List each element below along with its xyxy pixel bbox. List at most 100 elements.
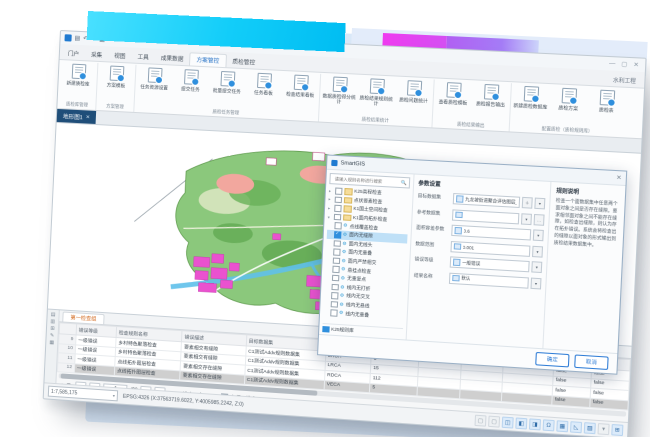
rule-tree[interactable]: ▸K25高程检查 ▸点状要素检查 ▸K1国土空间检查 ▾K1面内拓扑检查 ⚙点线… (323, 186, 410, 327)
map-dropdown-icon[interactable]: ▾ (597, 423, 609, 435)
tab-view[interactable]: 视图 (108, 49, 132, 63)
value-icon (453, 259, 460, 266)
task-resource-button[interactable]: 任务资源设置 (136, 66, 172, 91)
parameter-pane: 参数设置 目标数据集 九龙坡街道聚合评估图层_0.6 ＋ ▾ 参考数据集 ▾ … (407, 175, 552, 349)
table-tool-icon[interactable]: ▦ (49, 341, 54, 346)
pan-icon[interactable]: ▢ (488, 416, 500, 428)
ribbon-button-label: 批量提交任务 (213, 87, 241, 94)
footer-checkbox[interactable] (322, 326, 329, 333)
submit-task-button[interactable]: 提交任务 (173, 68, 209, 93)
close-icon[interactable]: ✕ (86, 114, 90, 120)
report-output-button[interactable]: 质检报告输出 (472, 82, 510, 107)
table-tool-icon[interactable]: ▥ (50, 320, 55, 325)
dialog-title: SmartGIS (340, 160, 365, 167)
doc-icon (71, 64, 86, 80)
chevron-down-icon[interactable]: ▾ (531, 261, 542, 273)
chevron-down-icon[interactable]: ▾ (532, 245, 543, 257)
ribbon-button-label: 质检结果规则统计 (358, 95, 394, 108)
map-document-tab[interactable]: 地形图1 ✕ (57, 109, 97, 124)
select-icon[interactable]: ▢ (474, 415, 486, 427)
angle-icon[interactable]: ◺ (570, 421, 582, 433)
issue-stats-button[interactable]: 质检问题统计 (395, 79, 432, 104)
task-board-button[interactable]: 任务看板 (245, 71, 282, 96)
tab-qc-control[interactable]: 质检管控 (226, 55, 262, 69)
param-row: 目标数据集 九龙坡街道聚合评估图层_0.6 ＋ ▾ (417, 191, 545, 209)
measure-icon[interactable]: Ω (543, 419, 555, 431)
chevron-down-icon[interactable]: ▾ (521, 213, 532, 225)
chevron-down-icon[interactable]: ▾ (533, 229, 544, 241)
add-icon[interactable]: ＋ (522, 197, 533, 209)
range-field[interactable]: 0.001 (450, 240, 530, 256)
value-icon (452, 275, 459, 282)
chevron-down-icon[interactable]: ▾ (534, 198, 545, 210)
qc-plan-button[interactable]: 质检方案 (550, 86, 588, 111)
batch-submit-button[interactable]: 批量提交任务 (209, 69, 246, 94)
result-name-field[interactable]: 默认 (449, 272, 529, 288)
search-icon: 🔍 (401, 179, 407, 185)
doc-icon (147, 67, 162, 83)
rule-icon: ⚙ (343, 224, 347, 229)
ribbon-button-label: 质检问题统计 (399, 97, 428, 104)
doc-icon (369, 78, 384, 94)
qc-table-button[interactable]: 质检表 (588, 88, 626, 113)
search-input[interactable] (332, 175, 399, 186)
content-area: ▤ ▥ ⊞ ✎ ▦ 第一检查组 (44, 123, 640, 422)
value-icon (454, 227, 461, 234)
table-tool-icon[interactable]: ▤ (51, 313, 56, 318)
ribbon-group-config: 新建质检数据库 质检方案 质检表 配置质检（质检规则库） (510, 83, 627, 137)
workspace-icon[interactable]: ▦ (99, 36, 105, 42)
folder-icon (343, 197, 352, 204)
tab-tools[interactable]: 工具 (131, 50, 155, 64)
tab-plan-control[interactable]: 方案管控 (189, 52, 226, 67)
undo-icon[interactable]: ↶ (83, 36, 88, 42)
dataset-icon (456, 195, 463, 202)
close-icon[interactable]: ✕ (616, 174, 622, 182)
chevron-down-icon[interactable]: ▾ (530, 277, 541, 289)
rule-icon: ⚙ (339, 311, 343, 316)
layout-icon[interactable]: ⊞ (611, 424, 623, 436)
reference-dataset-field[interactable] (452, 209, 519, 224)
map-tab-label: 地形图1 (63, 112, 83, 121)
ribbon-button-label: 新建质检数据库 (513, 102, 547, 109)
window-controls[interactable]: — ▢ ✕ (609, 60, 641, 69)
edit-icon[interactable]: ✎ (108, 37, 113, 43)
rule-stats-button[interactable]: 质检结果规则统计 (358, 77, 395, 107)
result-board-button[interactable]: 检查结果看板 (282, 73, 319, 98)
browse-icon[interactable]: … (534, 213, 545, 225)
scale-combo[interactable]: 1:7,585,175 ▾ (48, 386, 118, 402)
param-label: 面积容差参数 (416, 226, 449, 233)
view-mode-icon[interactable]: ◫ (502, 417, 514, 429)
error-level-field[interactable]: 一般错误 (450, 256, 530, 272)
save-icon[interactable]: ▤ (74, 35, 80, 41)
doc-icon (109, 65, 124, 81)
rule-icon: ⚙ (339, 302, 343, 307)
tab-result-data[interactable]: 成果数据 (154, 51, 189, 65)
score-stats-button[interactable]: 数据质检得分统计 (321, 75, 358, 105)
new-qc-database-button[interactable]: 新建质检数据库 (512, 84, 550, 109)
layers-icon[interactable]: ▨ (584, 422, 596, 434)
ok-button[interactable]: 确定 (535, 352, 569, 368)
zoom-out-icon[interactable]: ◨ (529, 418, 541, 430)
view-template-button[interactable]: 查看质检模板 (435, 81, 473, 106)
redo-icon[interactable]: ↷ (91, 36, 96, 42)
grid-icon[interactable]: ▦ (556, 420, 568, 432)
table-tool-icon[interactable]: ⊞ (50, 327, 54, 332)
zoom-in-icon[interactable]: ◧ (515, 417, 527, 429)
ribbon-button-label: 新建质检库 (66, 80, 89, 86)
tab-collect[interactable]: 采集 (85, 48, 109, 62)
tolerance-field[interactable]: 0.6 (451, 225, 531, 241)
folder-icon (343, 205, 352, 212)
rule-tree-pane: 🔍 ▸K25高程检查 ▸点状要素检查 ▸K1国土空间检查 ▾K1面内拓扑检查 ⚙… (319, 170, 415, 340)
cancel-button[interactable]: 取消 (574, 354, 608, 370)
plan-template-button[interactable]: 方案模板 (98, 64, 134, 89)
scale-value: 1:7,585,175 (51, 388, 78, 396)
new-qc-library-button[interactable]: 新建质检库 (60, 62, 96, 87)
ribbon-button-label: 质检报告输出 (476, 100, 505, 107)
dialog-app-icon (331, 159, 337, 165)
param-label: 结果名称 (414, 273, 447, 280)
project-name-label: 水利工程 (606, 76, 642, 88)
target-dataset-field[interactable]: 九龙坡街道聚合评估图层_0.6 (453, 193, 520, 208)
table-tool-icon[interactable]: ✎ (50, 334, 54, 339)
tab-portal[interactable]: 门户 (62, 47, 86, 61)
param-row: 参考数据集 ▾ … (417, 207, 545, 225)
